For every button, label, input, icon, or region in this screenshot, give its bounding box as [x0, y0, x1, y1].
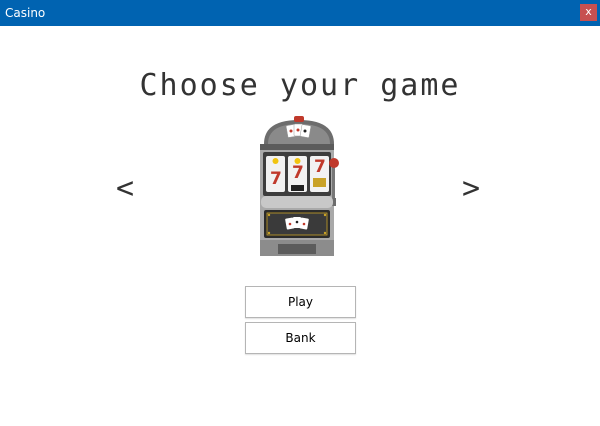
close-button[interactable]: x	[580, 4, 597, 21]
bank-button[interactable]: Bank	[245, 322, 356, 354]
slot-machine-icon: 7 7 7	[256, 114, 342, 260]
page-title: Choose your game	[139, 68, 461, 103]
play-button[interactable]: Play	[245, 286, 356, 318]
svg-text:7: 7	[270, 169, 282, 189]
svg-text:7: 7	[314, 157, 326, 177]
window-title: Casino	[5, 6, 46, 20]
svg-text:7: 7	[292, 163, 304, 183]
previous-game-arrow[interactable]: <	[116, 174, 134, 204]
next-game-arrow[interactable]: >	[462, 174, 480, 204]
title-bar: Casino x	[0, 0, 600, 26]
